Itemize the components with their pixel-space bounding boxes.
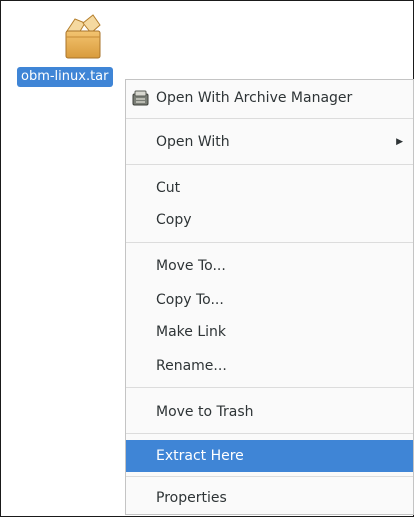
- menu-item-label: Copy To...: [156, 292, 224, 308]
- menu-item-extract-here[interactable]: Extract Here: [126, 440, 413, 472]
- menu-item-cut[interactable]: Cut: [126, 172, 413, 204]
- menu-separator: [126, 242, 413, 243]
- menu-item-copy-to[interactable]: Copy To...: [126, 284, 413, 316]
- desktop-area: obm-linux.tar Open With Archive Manager …: [0, 0, 414, 517]
- menu-item-move-to[interactable]: Move To...: [126, 250, 413, 282]
- package-icon[interactable]: [63, 13, 103, 61]
- context-menu: Open With Archive Manager Open With ▶ Cu…: [125, 79, 414, 515]
- submenu-arrow-icon: ▶: [396, 137, 403, 147]
- menu-item-label: Rename...: [156, 358, 227, 374]
- file-name-label[interactable]: obm-linux.tar: [17, 67, 113, 87]
- menu-item-make-link[interactable]: Make Link: [126, 316, 413, 348]
- menu-item-label: Open With: [156, 134, 230, 150]
- menu-item-rename[interactable]: Rename...: [126, 350, 413, 382]
- menu-item-label: Move To...: [156, 258, 226, 274]
- archive-manager-icon: [132, 90, 149, 106]
- menu-separator: [126, 118, 413, 119]
- menu-item-copy[interactable]: Copy: [126, 204, 413, 236]
- menu-separator: [126, 164, 413, 165]
- menu-item-move-to-trash[interactable]: Move to Trash: [126, 396, 413, 428]
- menu-item-open-with-archive-manager[interactable]: Open With Archive Manager: [126, 82, 413, 114]
- menu-item-label: Move to Trash: [156, 404, 254, 420]
- menu-separator: [126, 476, 413, 477]
- menu-item-label: Extract Here: [156, 448, 244, 464]
- menu-item-properties[interactable]: Properties: [126, 482, 413, 514]
- menu-item-label: Properties: [156, 490, 227, 506]
- menu-item-label: Open With Archive Manager: [156, 90, 353, 106]
- menu-item-label: Cut: [156, 180, 181, 196]
- menu-item-open-with[interactable]: Open With ▶: [126, 126, 413, 158]
- menu-separator: [126, 433, 413, 434]
- menu-separator: [126, 387, 413, 388]
- menu-item-label: Make Link: [156, 324, 226, 340]
- menu-item-label: Copy: [156, 212, 192, 228]
